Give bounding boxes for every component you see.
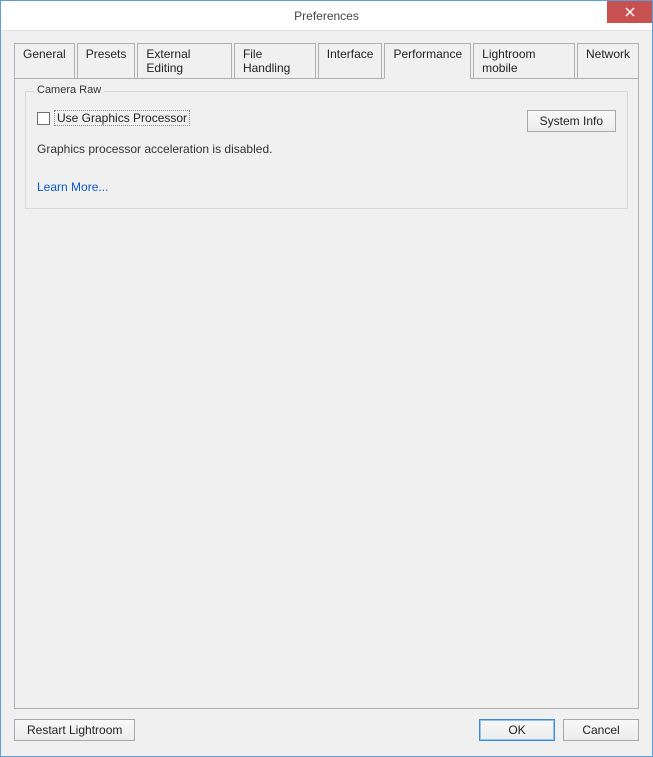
groupbox-left: Use Graphics Processor Graphics processo…: [37, 110, 527, 194]
titlebar: Preferences: [1, 1, 652, 31]
footer-right: OK Cancel: [479, 719, 639, 741]
learn-more-link[interactable]: Learn More...: [37, 180, 108, 194]
tab-performance[interactable]: Performance: [384, 43, 471, 79]
tab-panel-performance: Camera Raw Use Graphics Processor Graphi…: [14, 78, 639, 709]
window-title: Preferences: [1, 9, 652, 23]
footer: Restart Lightroom OK Cancel: [14, 719, 639, 743]
tab-file-handling[interactable]: File Handling: [234, 43, 316, 79]
cancel-button[interactable]: Cancel: [563, 719, 639, 741]
close-icon: [625, 7, 635, 17]
tabs-container: General Presets External Editing File Ha…: [14, 42, 639, 709]
tab-presets[interactable]: Presets: [77, 43, 136, 79]
groupbox-right: System Info: [527, 110, 616, 132]
use-gpu-checkbox[interactable]: [37, 112, 50, 125]
gpu-status-text: Graphics processor acceleration is disab…: [37, 142, 527, 156]
footer-left: Restart Lightroom: [14, 719, 479, 741]
use-gpu-label[interactable]: Use Graphics Processor: [54, 110, 190, 126]
tab-row: General Presets External Editing File Ha…: [14, 42, 639, 78]
tab-external-editing[interactable]: External Editing: [137, 43, 232, 79]
preferences-window: Preferences General Presets External Edi…: [0, 0, 653, 757]
groupbox-row: Use Graphics Processor Graphics processo…: [37, 110, 616, 194]
tab-lightroom-mobile[interactable]: Lightroom mobile: [473, 43, 575, 79]
content-area: General Presets External Editing File Ha…: [1, 31, 652, 756]
use-gpu-checkbox-row: Use Graphics Processor: [37, 110, 527, 126]
groupbox-title: Camera Raw: [34, 84, 104, 96]
tab-interface[interactable]: Interface: [318, 43, 383, 79]
restart-lightroom-button[interactable]: Restart Lightroom: [14, 719, 135, 741]
close-button[interactable]: [607, 1, 652, 23]
system-info-button[interactable]: System Info: [527, 110, 616, 132]
groupbox-camera-raw: Camera Raw Use Graphics Processor Graphi…: [25, 91, 628, 209]
tab-general[interactable]: General: [14, 43, 75, 79]
tab-network[interactable]: Network: [577, 43, 639, 79]
ok-button[interactable]: OK: [479, 719, 555, 741]
